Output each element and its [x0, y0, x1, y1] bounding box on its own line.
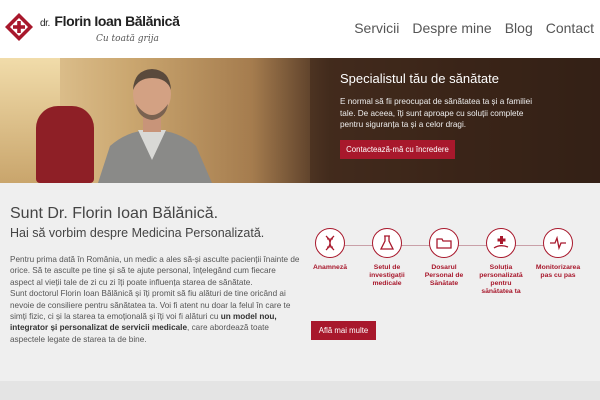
folder-icon	[429, 228, 459, 258]
flask-icon	[372, 228, 402, 258]
learn-more-button[interactable]: Află mai multe	[311, 321, 376, 340]
step-label: Anamneză	[313, 264, 347, 271]
intro-text: Pentru prima dată în România, un medic a…	[10, 254, 300, 345]
step-anamneza[interactable]: Anamneză	[303, 228, 357, 272]
page-title: Sunt Dr. Florin Ioan Bălănică.	[10, 205, 219, 222]
hero-chair-image	[36, 106, 94, 183]
nav-blog[interactable]: Blog	[505, 20, 533, 36]
dna-icon	[315, 228, 345, 258]
step-dosar[interactable]: Dosarul Personal de Sănătate	[417, 228, 471, 288]
hero-title: Specialistul tău de sănătate	[340, 71, 499, 86]
nav-despre-mine[interactable]: Despre mine	[412, 20, 491, 36]
hand-cross-icon	[486, 228, 516, 258]
step-monitorizare[interactable]: Monitorizarea pas cu pas	[531, 228, 585, 280]
step-label: Soluția personalizată pentru sănătatea t…	[479, 264, 523, 295]
intro-section: Sunt Dr. Florin Ioan Bălănică. Hai să vo…	[0, 183, 600, 381]
brand-tagline: Cu toată grija	[96, 34, 159, 44]
step-investigatii[interactable]: Setul de investigații medicale	[360, 228, 414, 288]
contact-button[interactable]: Contactează-mă cu încredere	[340, 140, 455, 159]
nav-contact[interactable]: Contact	[546, 20, 594, 36]
page-subtitle: Hai să vorbim despre Medicina Personaliz…	[10, 226, 265, 240]
step-label: Setul de investigații medicale	[369, 264, 405, 287]
step-label: Monitorizarea pas cu pas	[535, 264, 581, 279]
step-solutie[interactable]: Soluția personalizată pentru sănătatea t…	[474, 228, 528, 296]
main-nav: Servicii Despre mine Blog Contact	[354, 20, 594, 36]
logo-icon[interactable]	[4, 12, 34, 42]
footer-strip	[0, 381, 600, 400]
brand-name[interactable]: dr. Florin Ioan Bălănică	[40, 13, 180, 29]
step-label: Dosarul Personal de Sănătate	[424, 264, 464, 287]
pulse-icon	[543, 228, 573, 258]
brand-prefix: dr.	[40, 18, 50, 29]
hero-banner: Specialistul tău de sănătate E normal să…	[0, 58, 600, 183]
intro-paragraph-1: Pentru prima dată în România, un medic a…	[10, 255, 300, 287]
site-header: dr. Florin Ioan Bălănică Cu toată grija …	[0, 0, 600, 58]
hero-text: E normal să fii preocupat de sănătatea t…	[340, 97, 533, 129]
brand-title: Florin Ioan Bălănică	[54, 13, 180, 29]
process-steps: Anamneză Setul de investigații medicale …	[306, 228, 600, 308]
nav-servicii[interactable]: Servicii	[354, 20, 399, 36]
doctor-photo	[98, 69, 212, 183]
